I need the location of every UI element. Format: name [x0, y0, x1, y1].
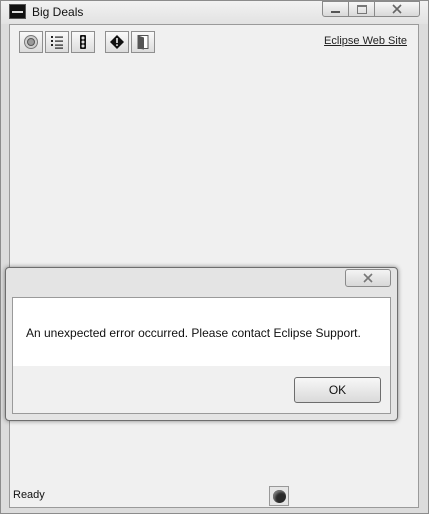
ok-button[interactable]: OK — [294, 377, 381, 403]
error-dialog: An unexpected error occurred. Please con… — [5, 267, 398, 421]
main-window: Big Deals Eclipse Web Site Ready — [0, 0, 429, 514]
list-icon — [51, 36, 63, 49]
title-bar[interactable]: Big Deals — [1, 1, 428, 24]
traffic-light-icon — [80, 35, 86, 49]
minimize-icon — [331, 10, 340, 13]
status-knob-icon — [272, 489, 286, 503]
status-indicator — [269, 486, 289, 506]
main-content: Eclipse Web Site Ready — [9, 24, 419, 508]
app-icon — [9, 4, 26, 19]
close-icon — [363, 273, 373, 283]
window-title: Big Deals — [32, 5, 84, 19]
refresh-button[interactable] — [19, 31, 43, 53]
dialog-message-area: An unexpected error occurred. Please con… — [13, 298, 390, 366]
traffic-light-button[interactable] — [71, 31, 95, 53]
exit-button[interactable] — [131, 31, 155, 53]
status-bar: Ready — [10, 485, 418, 507]
exit-door-icon — [137, 35, 149, 50]
info-button[interactable] — [105, 31, 129, 53]
dialog-close-button[interactable] — [345, 269, 391, 287]
eclipse-web-site-link[interactable]: Eclipse Web Site — [324, 35, 407, 47]
info-diamond-icon — [110, 35, 124, 49]
maximize-icon — [356, 4, 367, 14]
refresh-icon — [24, 35, 38, 49]
maximize-button[interactable] — [348, 1, 375, 17]
status-text: Ready — [13, 489, 45, 501]
error-message: An unexpected error occurred. Please con… — [26, 326, 361, 340]
minimize-button[interactable] — [322, 1, 349, 17]
close-icon — [392, 4, 402, 14]
list-button[interactable] — [45, 31, 69, 53]
close-button[interactable] — [374, 1, 420, 17]
dialog-body: An unexpected error occurred. Please con… — [12, 297, 391, 414]
